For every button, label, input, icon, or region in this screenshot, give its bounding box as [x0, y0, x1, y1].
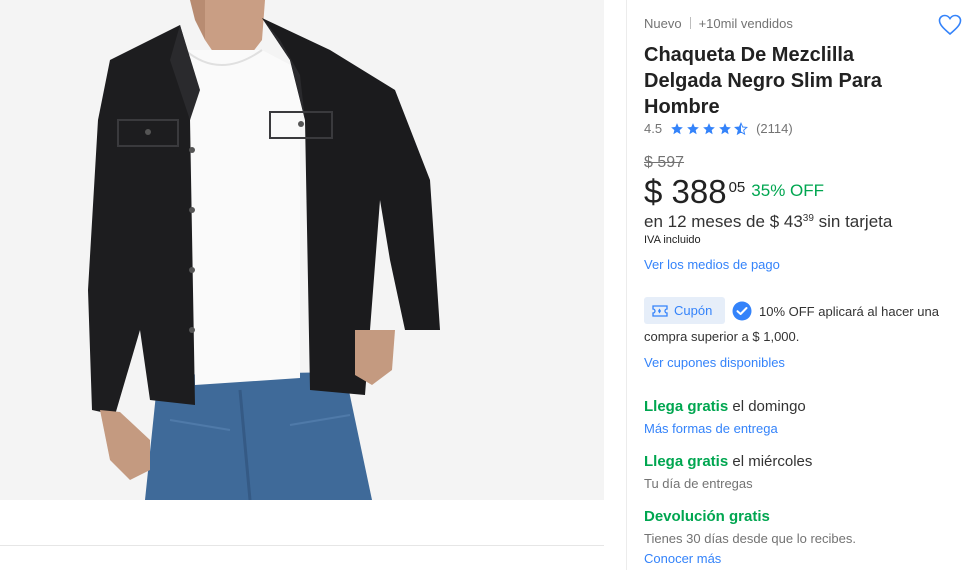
learn-more-link[interactable]: Conocer más — [644, 551, 721, 566]
available-coupons-link[interactable]: Ver cupones disponibles — [644, 355, 785, 370]
coupon-tag-label: Cupón — [674, 303, 713, 318]
product-gallery — [0, 0, 604, 570]
verified-check-icon — [732, 301, 752, 321]
product-meta: Nuevo +10mil vendidos — [644, 16, 793, 31]
review-count: (2114) — [756, 121, 793, 136]
coupon-tag[interactable]: Cupón — [644, 297, 725, 324]
shipping-option-2: Llega gratis el miércoles — [644, 453, 812, 470]
coupon-ticket-icon — [652, 304, 668, 317]
tax-note: IVA incluido — [644, 234, 701, 246]
installments-cents: 39 — [802, 213, 814, 224]
coupon-description-line2: compra superior a $ 1,000. — [644, 329, 800, 344]
shipping-option-2-text: el miércoles — [728, 453, 813, 470]
delivery-day-note: Tu día de entregas — [644, 476, 753, 491]
price-cents: 05 — [728, 179, 746, 196]
price-amount: $ 388 — [644, 173, 727, 210]
product-photo-illustration — [0, 0, 604, 500]
favorite-button[interactable] — [938, 14, 962, 36]
heart-outline-icon — [938, 14, 962, 36]
discount-badge: 35% OFF — [751, 181, 825, 200]
star-full-icon — [719, 122, 731, 134]
installments-prefix: en 12 meses de $ 43 — [644, 212, 803, 231]
meta-separator — [689, 17, 691, 29]
installments-info: en 12 meses de $ 4339 sin tarjeta — [644, 212, 892, 232]
coupon-description-line1: 10% OFF aplicará al hacer una — [759, 304, 939, 319]
original-price: $ 597 — [644, 154, 685, 171]
star-full-icon — [703, 122, 715, 134]
shipping-option-1-highlight: Llega gratis — [644, 398, 729, 415]
rating-value: 4.5 — [644, 121, 663, 136]
star-half-icon — [734, 121, 749, 135]
condition-label: Nuevo — [644, 16, 682, 31]
installments-suffix: sin tarjeta — [813, 212, 893, 231]
gallery-divider — [0, 545, 604, 546]
product-info-panel: Nuevo +10mil vendidos Chaqueta De Mezclil… — [644, 0, 975, 570]
product-title: Chaqueta De Mezclilla Delgada Negro Slim… — [644, 44, 882, 118]
product-image[interactable] — [0, 0, 604, 500]
sold-count: +10mil vendidos — [698, 16, 793, 31]
shipping-option-1-text: el domingo — [728, 398, 806, 415]
rating-summary[interactable]: 4.5 (2114) — [644, 121, 793, 136]
free-returns-text: Tienes 30 días desde que lo recibes. — [644, 531, 856, 546]
free-returns-title: Devolución gratis — [644, 508, 770, 525]
current-price: $ 388 05 35% OFF — [644, 172, 824, 212]
more-delivery-options-link[interactable]: Más formas de entrega — [644, 421, 778, 436]
star-full-icon — [671, 122, 683, 134]
panel-divider — [626, 0, 627, 570]
payment-methods-link[interactable]: Ver los medios de pago — [644, 257, 780, 272]
shipping-option-2-highlight: Llega gratis — [644, 453, 729, 470]
star-full-icon — [687, 122, 699, 134]
shipping-option-1: Llega gratis el domingo — [644, 398, 806, 415]
rating-stars — [670, 121, 750, 136]
